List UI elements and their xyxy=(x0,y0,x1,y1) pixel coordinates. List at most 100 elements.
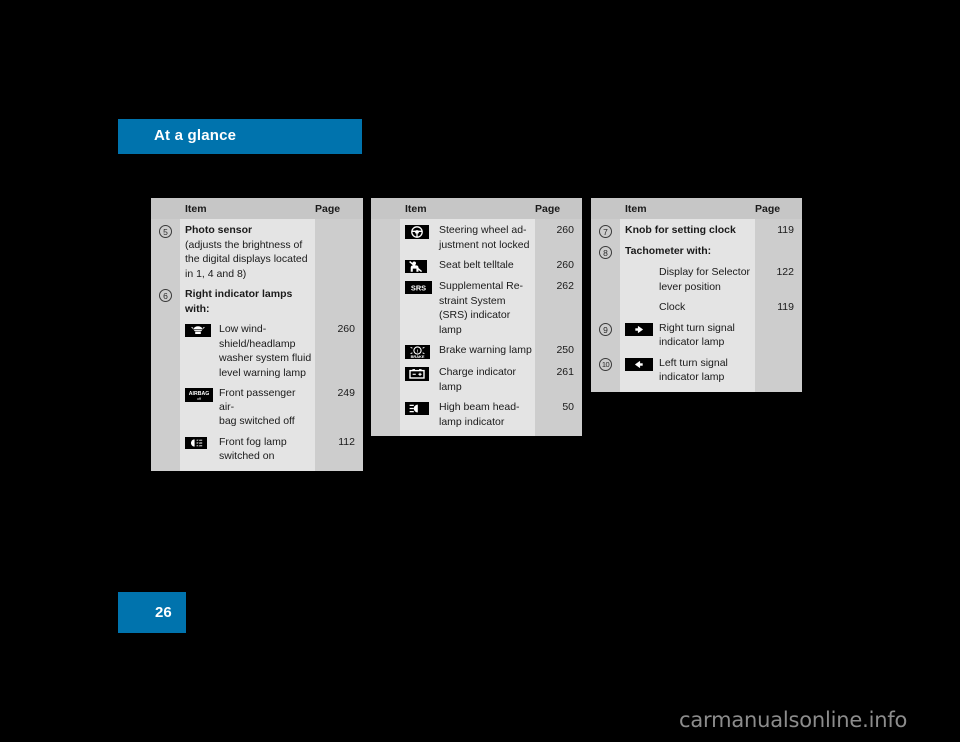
table-row[interactable]: Clock 119 xyxy=(591,300,802,315)
table-row[interactable]: 10 Left turn signal indicator lamp xyxy=(591,355,802,385)
column-header-page: Page xyxy=(535,202,561,215)
airbag-off-icon: AIRBAG off xyxy=(185,388,213,402)
telltale-icon-cell xyxy=(405,400,439,415)
table-header-index-cell xyxy=(591,198,620,219)
table-row[interactable]: Display for Selector lever position 122 xyxy=(591,265,802,294)
item-cell: ! BRAKE Brake warning lamp xyxy=(400,343,535,359)
index-cell xyxy=(591,384,620,392)
callout-number-8: 8 xyxy=(599,246,612,259)
page-cell xyxy=(755,244,802,259)
page-number: 26 xyxy=(155,604,172,621)
item-text: Knob for setting clock xyxy=(625,223,752,238)
item-text: Left turn signal indicator lamp xyxy=(659,356,752,385)
high-beam-icon xyxy=(405,402,429,415)
left-turn-signal-icon xyxy=(625,357,653,371)
table-header-index-cell xyxy=(151,198,180,219)
page-cell: 250 xyxy=(535,343,582,359)
page-cell: 249 xyxy=(315,386,363,429)
item-text-line: the digital displays located xyxy=(185,253,308,265)
item-text: High beam head-lamp indicator xyxy=(439,400,532,429)
item-text-line: washer system fluid xyxy=(219,352,312,364)
srs-icon: SRS xyxy=(405,281,432,294)
page-cell: 260 xyxy=(315,322,363,380)
index-cell xyxy=(151,463,180,471)
table-row[interactable]: Seat belt telltale 260 xyxy=(371,258,582,273)
item-text: Supplemental Re-straint System (SRS) indi… xyxy=(439,279,532,337)
item-cell xyxy=(400,429,535,436)
steering-wheel-icon xyxy=(405,225,429,239)
item-text-line: bag switched off xyxy=(219,415,295,427)
telltale-icon-cell: AIRBAG off xyxy=(185,386,219,402)
item-cell: Right indicator lamps with: xyxy=(180,287,315,316)
watermark-text: carmanualsonline.info xyxy=(679,708,908,732)
index-cell xyxy=(371,400,400,429)
table-body-bottom-pad xyxy=(151,463,363,471)
index-cell xyxy=(371,258,400,273)
item-text: Photo sensor (adjusts the brightness of th… xyxy=(185,223,312,281)
column-header-page: Page xyxy=(315,202,341,215)
item-text: Low wind-shield/headlamp washer system fl… xyxy=(219,322,312,380)
table-row[interactable]: 9 Right turn signal indicator lamp xyxy=(591,320,802,350)
column-header-item: Item xyxy=(405,202,427,215)
index-cell: 7 xyxy=(591,223,620,238)
charge-indicator-icon xyxy=(405,367,429,381)
item-text-line: with: xyxy=(185,302,210,315)
index-cell: 5 xyxy=(151,223,180,281)
item-cell: Photo sensor (adjusts the brightness of th… xyxy=(180,223,315,281)
telltale-icon-cell xyxy=(625,356,659,371)
table-row[interactable]: Steering wheel ad-justment not locked 260 xyxy=(371,223,582,252)
item-text-line: Display for Selector xyxy=(659,266,751,278)
indent-spacer xyxy=(625,265,659,267)
item-cell: Low wind-shield/headlamp washer system fl… xyxy=(180,322,315,380)
callout-number-10: 10 xyxy=(599,357,612,371)
item-text-line: lamp xyxy=(439,380,462,393)
column-header-item: Item xyxy=(625,202,647,215)
table-row[interactable]: Charge indicator lamp 261 xyxy=(371,365,582,394)
table-row[interactable]: 6 Right indicator lamps with: xyxy=(151,287,363,316)
index-cell xyxy=(151,434,180,464)
table-row[interactable]: Low wind-shield/headlamp washer system fl… xyxy=(151,322,363,380)
table-row[interactable]: 7 Knob for setting clock 119 xyxy=(591,223,802,238)
table-row[interactable]: AIRBAG off Front passenger air-bag switche… xyxy=(151,386,363,429)
item-text-line: Right indicator lamps xyxy=(185,288,293,300)
item-text-line: indicator lamp xyxy=(659,371,725,383)
table-header-row: Item Page xyxy=(591,198,802,219)
table-row[interactable]: SRS Supplemental Re-straint System (SRS) i… xyxy=(371,279,582,337)
item-cell: Display for Selector lever position xyxy=(620,265,755,294)
telltale-icon-cell: SRS xyxy=(405,279,439,294)
item-text-line: Tachometer with: xyxy=(625,245,712,257)
page-cell xyxy=(535,429,582,436)
page-number-badge: 26 xyxy=(118,592,186,633)
item-cell: Seat belt telltale xyxy=(400,258,535,273)
page-cell: 122 xyxy=(755,265,802,294)
item-text: Right turn signal indicator lamp xyxy=(659,321,752,350)
item-text-line: Front passenger air- xyxy=(219,387,296,413)
item-text-line: (adjusts the brightness of xyxy=(185,238,303,251)
table-row[interactable]: ! BRAKE Brake warning lamp 250 xyxy=(371,343,582,359)
table-row[interactable]: High beam head-lamp indicator 50 xyxy=(371,400,582,429)
item-text: Front passenger air-bag switched off xyxy=(219,386,312,429)
table-body: Steering wheel ad-justment not locked 260… xyxy=(371,219,582,436)
item-text-line: straint System xyxy=(439,294,506,307)
table-row[interactable]: 5 Photo sensor (adjusts the brightness of t… xyxy=(151,223,363,281)
index-cell xyxy=(151,322,180,380)
table-row[interactable]: 8 Tachometer with: xyxy=(591,244,802,259)
index-cell xyxy=(591,300,620,315)
page-cell: 50 xyxy=(535,400,582,429)
item-text: Seat belt telltale xyxy=(439,258,532,273)
table-header-row: Item Page xyxy=(371,198,582,219)
svg-text:SRS: SRS xyxy=(411,284,426,293)
table-header-index-cell xyxy=(371,198,400,219)
page-cell xyxy=(755,384,802,392)
callout-number-9: 9 xyxy=(599,322,612,336)
index-cell xyxy=(371,429,400,436)
table-row[interactable]: Front fog lamp switched on 112 xyxy=(151,434,363,464)
page-title: At a glance xyxy=(154,127,237,144)
index-cell: 6 xyxy=(151,287,180,316)
telltale-icon-cell: ! BRAKE xyxy=(405,343,439,359)
item-text-line: switched on xyxy=(219,450,275,462)
page-cell xyxy=(315,223,363,281)
item-text-line: Low wind- xyxy=(219,323,267,335)
index-cell: 8 xyxy=(591,244,620,259)
page-cell: 119 xyxy=(755,223,802,238)
